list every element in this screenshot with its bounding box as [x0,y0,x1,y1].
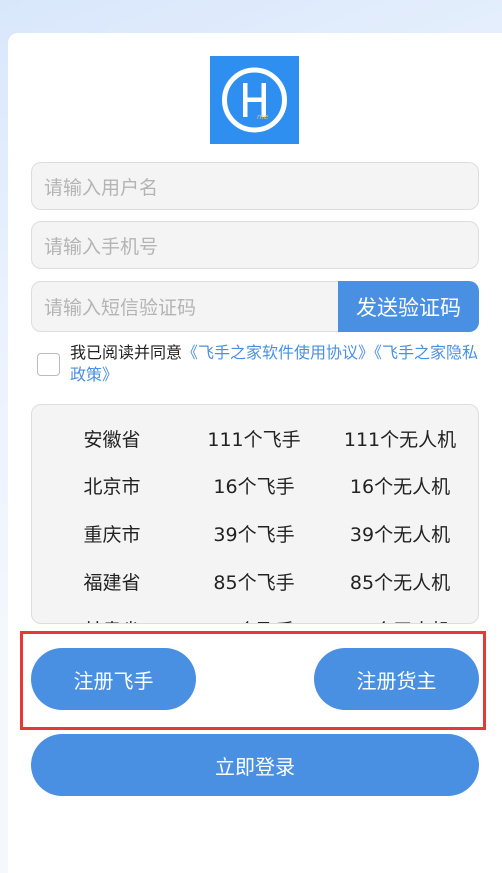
pilot-count: 23个飞手 [206,616,302,623]
username-placeholder: 请输入用户名 [44,176,159,199]
register-owner-button[interactable]: 注册货主 [314,648,479,710]
pilot-count: 111个飞手 [207,429,301,451]
stats-list[interactable]: 安徽省 111个飞手 111个无人机 北京市 16个飞手 16个无人机 重庆市 … [31,404,479,624]
list-item: 重庆市 39个飞手 39个无人机 [32,508,478,556]
list-item: 安徽省 111个飞手 111个无人机 [32,413,478,461]
pilot-count: 39个飞手 [213,524,295,546]
phone-input[interactable]: 请输入手机号 [31,221,479,269]
drone-count: 85个无人机 [349,572,451,594]
send-code-button[interactable]: 发送验证码 [338,281,479,332]
agreement-prefix: 我已阅读并同意 [70,343,183,362]
list-item: 北京市 16个飞手 16个无人机 [32,460,478,508]
agreement-checkbox[interactable] [37,353,60,376]
list-item: 甘肃省 23个飞手 23个无人机 [32,604,478,623]
pilot-count: 85个飞手 [213,572,295,594]
app-logo: me [210,56,299,144]
region-name: 重庆市 [83,524,141,546]
region-name: 甘肃省 [80,616,144,623]
drone-count: 111个无人机 [343,429,457,451]
agreement-text: 我已阅读并同意《飞手之家软件使用协议》《飞手之家隐私政策》 [70,342,482,386]
drone-count: 23个无人机 [335,616,465,623]
terms-link[interactable]: 《飞手之家软件使用协议》 [182,343,374,362]
list-item: 福建省 85个飞手 85个无人机 [32,556,478,604]
pilot-count: 16个飞手 [213,476,295,498]
login-button[interactable]: 立即登录 [31,734,479,796]
sms-code-placeholder: 请输入短信验证码 [44,297,197,319]
drone-count: 16个无人机 [349,476,451,498]
sms-code-input[interactable]: 请输入短信验证码 [31,281,341,332]
drone-count: 39个无人机 [349,524,451,546]
username-input[interactable]: 请输入用户名 [31,162,479,210]
region-name: 安徽省 [83,429,141,451]
phone-placeholder: 请输入手机号 [44,235,159,258]
region-name: 福建省 [83,572,141,594]
register-pilot-button[interactable]: 注册飞手 [31,648,196,710]
region-name: 北京市 [83,476,141,498]
svg-text:me: me [257,113,268,121]
logo-h-icon: me [210,56,299,144]
